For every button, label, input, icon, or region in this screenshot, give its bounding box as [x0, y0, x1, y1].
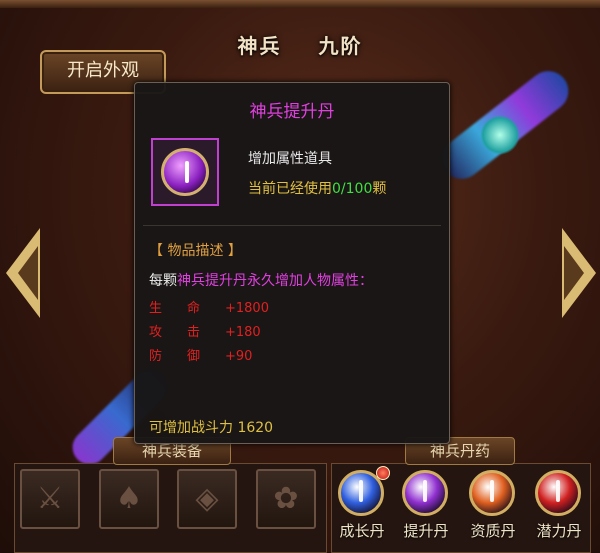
stat-row-defense: 防 御 +90 [149, 345, 252, 364]
pill-label: 资质丹 [470, 522, 516, 540]
stat-char: 御 [187, 349, 201, 364]
stat-char: 命 [187, 301, 201, 316]
orange-pill-icon [469, 470, 515, 516]
red-pill-icon [535, 470, 581, 516]
item-type: 增加属性道具 [248, 151, 332, 167]
shield-slot-icon: ◈ [195, 481, 219, 516]
weapon-slot-icon: ♠ [115, 481, 143, 516]
weapon-name: 神兵 [237, 34, 282, 58]
purple-pill-icon [161, 148, 209, 196]
equipment-slot-1[interactable]: ⚔ [20, 469, 80, 529]
pill-label: 成长丹 [339, 522, 385, 540]
item-tooltip: 神兵提升丹 增加属性道具 当前已经使用0/100颗 【 物品描述 】 每颗神兵提… [134, 82, 450, 444]
pill-upgrade[interactable]: 提升丹 [400, 470, 452, 540]
weapon-gem [480, 115, 520, 155]
stat-value: +1800 [225, 301, 269, 316]
prev-arrow-inner [18, 246, 38, 300]
pill-aptitude[interactable]: 资质丹 [467, 470, 519, 540]
stat-row-hp: 生 命 +1800 [149, 297, 269, 316]
combat-power: 可增加战斗力 1620 [149, 420, 274, 436]
stat-char: 攻 [149, 325, 163, 340]
section-label: 【 物品描述 】 [149, 243, 242, 259]
item-icon-frame [151, 138, 219, 206]
item-title: 神兵提升丹 [249, 102, 335, 122]
desc-highlight: 神兵提升丹永久增加人物属性： [177, 273, 373, 289]
stat-char: 防 [149, 349, 163, 364]
pill-label: 潜力丹 [536, 522, 582, 540]
stat-char: 生 [149, 301, 163, 316]
pill-label: 提升丹 [403, 522, 449, 540]
item-usage: 当前已经使用0/100颗 [248, 178, 386, 198]
ornament-slot-icon: ✿ [273, 481, 299, 516]
pill-growth[interactable]: 成长丹 [336, 466, 390, 540]
item-description: 每颗神兵提升丹永久增加人物属性： [149, 270, 373, 290]
equipment-slot-3[interactable]: ◈ [177, 469, 237, 529]
blade-glyph [185, 161, 189, 183]
equipment-slot-2[interactable]: ♠ [99, 469, 159, 529]
stat-char: 击 [187, 325, 201, 340]
sword-slot-icon: ⚔ [36, 481, 64, 516]
stat-value: +90 [225, 349, 253, 364]
purple-pill-icon [402, 470, 448, 516]
desc-prefix: 每颗 [149, 273, 177, 289]
pill-potential[interactable]: 潜力丹 [533, 470, 585, 540]
divider [143, 225, 441, 226]
stat-row-attack: 攻 击 +180 [149, 321, 261, 340]
notification-badge [376, 466, 390, 480]
stat-value: +180 [225, 325, 261, 340]
next-arrow-inner [564, 246, 584, 300]
usage-suffix: 颗 [372, 181, 387, 197]
equipment-slot-4[interactable]: ✿ [256, 469, 316, 529]
usage-prefix: 当前已经使用 [248, 181, 332, 197]
top-frame [0, 0, 600, 8]
weapon-rank: 九阶 [318, 34, 363, 58]
usage-value: 0/100 [332, 181, 373, 197]
